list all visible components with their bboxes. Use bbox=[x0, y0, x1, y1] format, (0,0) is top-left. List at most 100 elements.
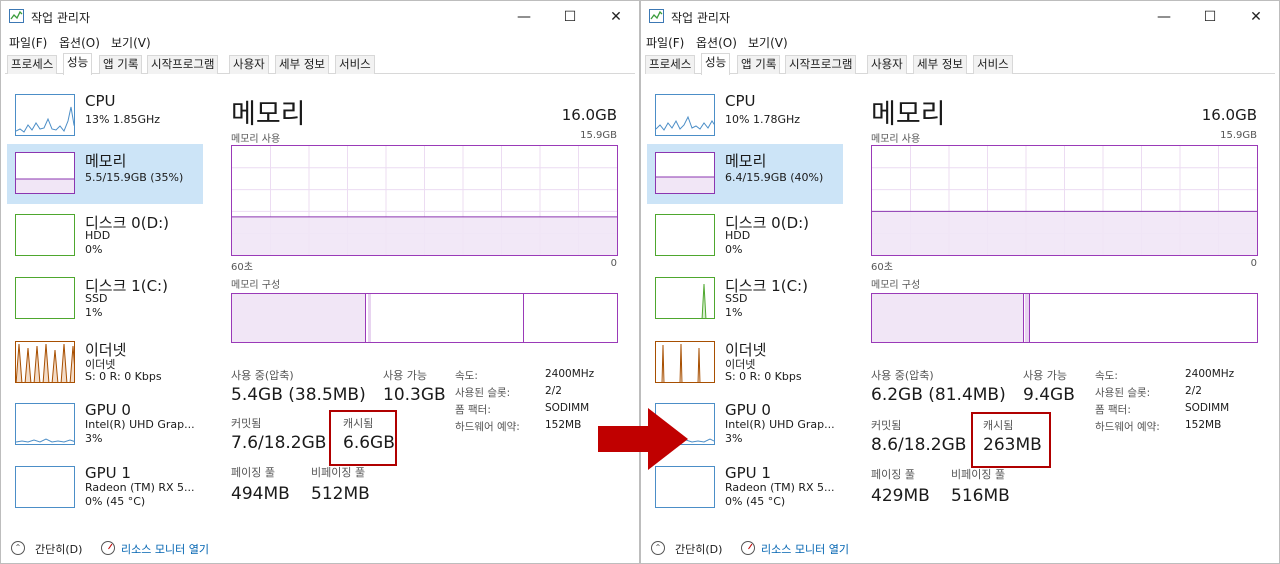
sidebar-item-name: GPU 0 bbox=[85, 401, 131, 419]
menu-file[interactable]: 파일(F) bbox=[9, 34, 47, 51]
sidebar-item-disk-1[interactable]: 디스크 1(C:) SSD 1% bbox=[7, 269, 203, 329]
form-factor-label: 폼 팩터: bbox=[455, 404, 491, 416]
page-title: 메모리 bbox=[871, 99, 946, 130]
tab-startup[interactable]: 시작프로그램 bbox=[785, 55, 857, 74]
sidebar-item-detail: 13% 1.85GHz bbox=[85, 113, 161, 126]
tab-app-history[interactable]: 앱 기록 bbox=[99, 55, 143, 74]
tab-app-history[interactable]: 앱 기록 bbox=[737, 55, 781, 74]
sidebar-item-type: SSD bbox=[725, 292, 748, 305]
tab-details[interactable]: 세부 정보 bbox=[913, 55, 967, 74]
committed-value: 8.6/18.2GB bbox=[871, 435, 967, 455]
sidebar-item-cpu[interactable]: CPU 10% 1.78GHz bbox=[647, 86, 843, 146]
speed-value: 2400MHz bbox=[545, 368, 595, 380]
tab-strip: 프로세스 성능 앱 기록 시작프로그램 사용자 세부 정보 서비스 bbox=[645, 53, 1275, 75]
tab-services[interactable]: 서비스 bbox=[973, 55, 1013, 74]
memory-total: 16.0GB bbox=[1201, 106, 1257, 124]
chevron-up-icon[interactable]: ⌃ bbox=[11, 541, 25, 555]
committed-label: 커밋됨 bbox=[231, 417, 262, 430]
open-resource-monitor-link[interactable]: 리소스 모니터 열기 bbox=[121, 541, 209, 557]
sidebar-item-ethernet[interactable]: 이더넷 이더넷 S: 0 R: 0 Kbps bbox=[647, 333, 843, 393]
sidebar-item-type: Intel(R) UHD Grap... bbox=[725, 418, 835, 431]
tab-services[interactable]: 서비스 bbox=[335, 55, 375, 74]
disk-thumbnail-graph bbox=[655, 214, 715, 256]
tab-details[interactable]: 세부 정보 bbox=[275, 55, 329, 74]
sidebar-item-detail: 0% (45 °C) bbox=[85, 495, 146, 508]
sidebar-item-memory[interactable]: 메모리 5.5/15.9GB (35%) bbox=[7, 144, 203, 204]
form-factor-label: 폼 팩터: bbox=[1095, 404, 1131, 416]
cpu-thumbnail-graph bbox=[655, 94, 715, 136]
window-title: 작업 관리자 bbox=[31, 11, 91, 25]
speed-value: 2400MHz bbox=[1185, 368, 1235, 380]
in-use-value: 5.4GB (38.5MB) bbox=[231, 385, 366, 405]
speed-label: 속도: bbox=[1095, 370, 1118, 382]
sidebar-item-detail: S: 0 R: 0 Kbps bbox=[725, 370, 802, 383]
tab-processes[interactable]: 프로세스 bbox=[7, 55, 58, 74]
task-manager-window-after: 작업 관리자 — ☐ ✕ 파일(F) 옵션(O) 보기(V) 프로세스 성능 앱… bbox=[640, 0, 1280, 564]
slots-label: 사용된 슬롯: bbox=[455, 387, 511, 399]
tab-performance[interactable]: 성능 bbox=[63, 53, 93, 75]
resource-monitor-icon bbox=[101, 541, 115, 555]
sidebar-item-cpu[interactable]: CPU 13% 1.85GHz bbox=[7, 86, 203, 146]
resource-sidebar: CPU 13% 1.85GHz 메모리 5.5/15.9GB (35%) 디스크… bbox=[3, 86, 203, 526]
in-use-value: 6.2GB (81.4MB) bbox=[871, 385, 1006, 405]
in-use-label: 사용 중(압축) bbox=[231, 369, 294, 382]
tab-performance[interactable]: 성능 bbox=[701, 53, 731, 75]
sidebar-item-detail: 3% bbox=[725, 432, 743, 445]
cached-highlight-box bbox=[971, 412, 1051, 468]
speed-label: 속도: bbox=[455, 370, 478, 382]
axis-right-label: 0 bbox=[610, 258, 617, 269]
title-bar: 작업 관리자 — ☐ ✕ bbox=[1, 1, 639, 32]
close-button[interactable]: ✕ bbox=[593, 5, 639, 29]
memory-detail-panel: 메모리 16.0GB 메모리 사용 15.9GB 60초 0 메모리 구성 사용… bbox=[209, 86, 639, 526]
right-arrow-icon bbox=[598, 408, 688, 470]
sidebar-item-gpu-0[interactable]: GPU 0 Intel(R) UHD Grap... 3% bbox=[7, 395, 203, 455]
maximize-button[interactable]: ☐ bbox=[1187, 5, 1233, 29]
menu-options[interactable]: 옵션(O) bbox=[59, 34, 100, 51]
open-resource-monitor-link[interactable]: 리소스 모니터 열기 bbox=[761, 541, 849, 557]
sidebar-item-type: Intel(R) UHD Grap... bbox=[85, 418, 195, 431]
slots-label: 사용된 슬롯: bbox=[1095, 387, 1151, 399]
title-bar: 작업 관리자 — ☐ ✕ bbox=[641, 1, 1279, 32]
hardware-reserved-value: 152MB bbox=[1185, 419, 1222, 431]
memory-usage-graph bbox=[231, 145, 618, 256]
tab-processes[interactable]: 프로세스 bbox=[645, 55, 696, 74]
fewer-details-link[interactable]: 간단히(D) bbox=[675, 541, 722, 557]
tab-users[interactable]: 사용자 bbox=[229, 55, 269, 74]
nonpaged-pool-label: 비페이징 풀 bbox=[951, 468, 1006, 481]
sidebar-item-name: 메모리 bbox=[85, 152, 127, 170]
sidebar-item-disk-0[interactable]: 디스크 0(D:) HDD 0% bbox=[647, 206, 843, 266]
available-label: 사용 가능 bbox=[383, 369, 427, 382]
sidebar-item-disk-1[interactable]: 디스크 1(C:) SSD 1% bbox=[647, 269, 843, 329]
composition-modified bbox=[1025, 294, 1030, 342]
sidebar-item-name: GPU 1 bbox=[725, 464, 771, 482]
sidebar-item-gpu-1[interactable]: GPU 1 Radeon (TM) RX 5... 0% (45 °C) bbox=[7, 458, 203, 518]
fewer-details-link[interactable]: 간단히(D) bbox=[35, 541, 82, 557]
memory-detail-panel: 메모리 16.0GB 메모리 사용 15.9GB 60초 0 메모리 구성 사용… bbox=[849, 86, 1279, 526]
available-value: 9.4GB bbox=[1023, 385, 1075, 405]
gpu-thumbnail-graph bbox=[15, 403, 75, 445]
tab-users[interactable]: 사용자 bbox=[867, 55, 907, 74]
usage-graph-max: 15.9GB bbox=[1220, 130, 1257, 141]
task-manager-window-before: 작업 관리자 — ☐ ✕ 파일(F) 옵션(O) 보기(V) 프로세스 성능 앱… bbox=[0, 0, 640, 564]
menu-file[interactable]: 파일(F) bbox=[646, 34, 684, 51]
available-label: 사용 가능 bbox=[1023, 369, 1067, 382]
nonpaged-pool-label: 비페이징 풀 bbox=[311, 466, 366, 479]
sidebar-item-disk-0[interactable]: 디스크 0(D:) HDD 0% bbox=[7, 206, 203, 266]
tab-strip: 프로세스 성능 앱 기록 시작프로그램 사용자 세부 정보 서비스 bbox=[5, 53, 635, 75]
chevron-up-icon[interactable]: ⌃ bbox=[651, 541, 665, 555]
axis-right-label: 0 bbox=[1250, 258, 1257, 269]
sidebar-item-ethernet[interactable]: 이더넷 이더넷 S: 0 R: 0 Kbps bbox=[7, 333, 203, 393]
close-button[interactable]: ✕ bbox=[1233, 5, 1279, 29]
menu-bar: 파일(F) 옵션(O) 보기(V) bbox=[1, 32, 639, 52]
menu-view[interactable]: 보기(V) bbox=[748, 34, 788, 51]
sidebar-item-memory[interactable]: 메모리 6.4/15.9GB (40%) bbox=[647, 144, 843, 204]
tab-startup[interactable]: 시작프로그램 bbox=[147, 55, 219, 74]
axis-left-label: 60초 bbox=[231, 262, 253, 273]
minimize-button[interactable]: — bbox=[501, 5, 547, 29]
paged-pool-label: 페이징 풀 bbox=[871, 468, 915, 481]
maximize-button[interactable]: ☐ bbox=[547, 5, 593, 29]
sidebar-item-type: HDD bbox=[725, 229, 751, 242]
minimize-button[interactable]: — bbox=[1141, 5, 1187, 29]
menu-options[interactable]: 옵션(O) bbox=[696, 34, 737, 51]
menu-view[interactable]: 보기(V) bbox=[111, 34, 151, 51]
